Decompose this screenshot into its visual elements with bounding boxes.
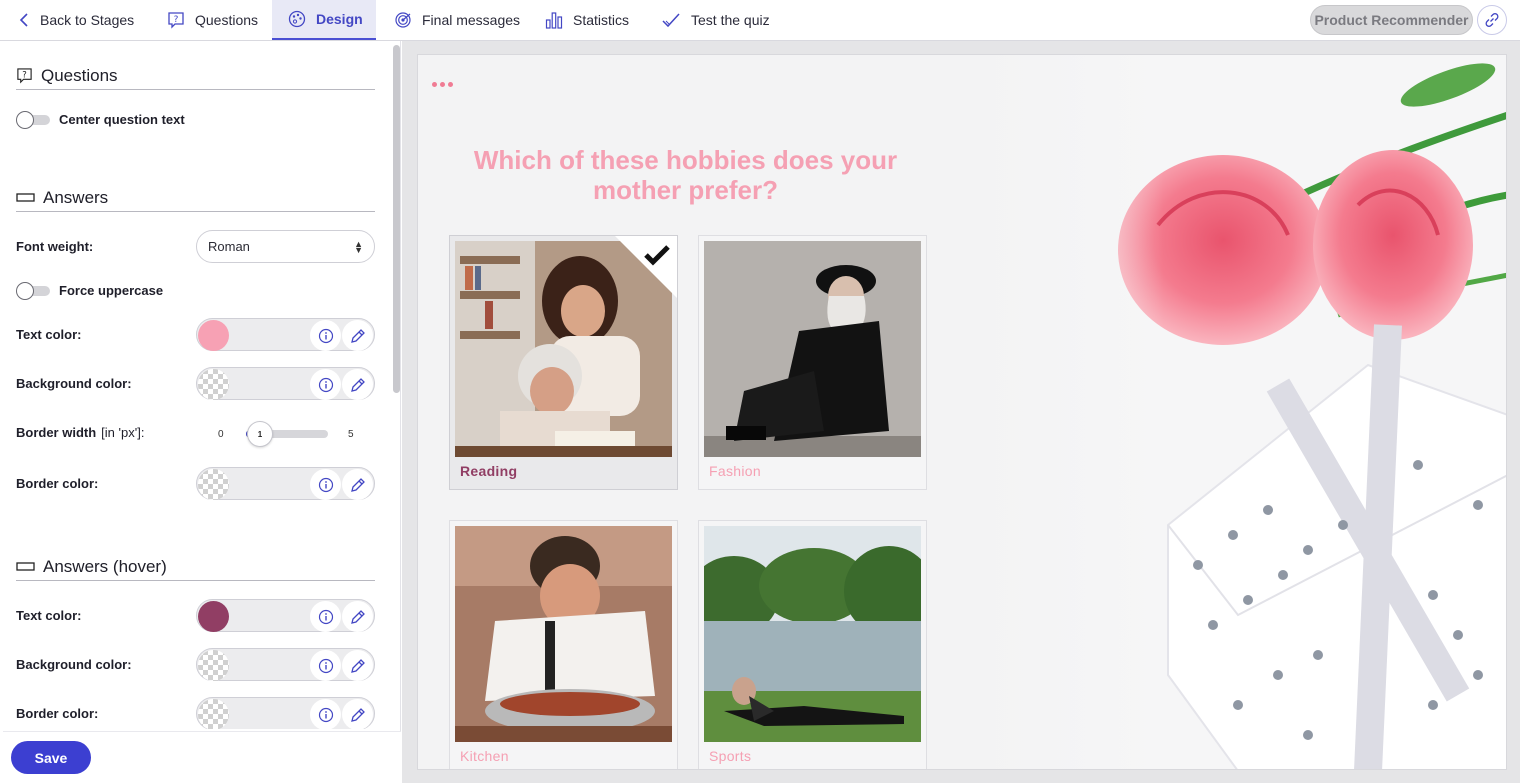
info-icon[interactable] bbox=[310, 699, 341, 729]
tab-final-messages[interactable]: Final messages bbox=[394, 0, 520, 40]
answer-label: Reading bbox=[460, 463, 518, 479]
tab-test-quiz[interactable]: Test the quiz bbox=[661, 0, 770, 40]
tab-statistics-label: Statistics bbox=[573, 12, 630, 28]
background-color-picker[interactable] bbox=[196, 367, 375, 400]
svg-text:?: ? bbox=[174, 15, 179, 25]
bar-chart-icon bbox=[545, 12, 563, 29]
select-caret-icon: ▲ ▼ bbox=[354, 239, 363, 255]
answer-label: Kitchen bbox=[460, 748, 509, 764]
border-color-swatch[interactable] bbox=[198, 469, 229, 500]
design-settings-panel: ? Questions Center question text Answers… bbox=[3, 41, 401, 783]
answer-card-reading[interactable]: Reading bbox=[449, 235, 678, 490]
eyedropper-icon[interactable] bbox=[342, 469, 373, 500]
back-to-stages-link[interactable]: Back to Stages bbox=[18, 0, 134, 40]
save-bar: Save bbox=[3, 731, 401, 783]
tab-questions-label: Questions bbox=[195, 12, 259, 28]
background-color-swatch[interactable] bbox=[198, 369, 229, 400]
border-width-slider-handle[interactable]: 1 bbox=[247, 421, 273, 447]
font-weight-select[interactable]: Roman ▲ ▼ bbox=[196, 230, 375, 263]
answer-box-icon bbox=[16, 561, 35, 571]
hover-background-color-swatch[interactable] bbox=[198, 650, 229, 681]
border-width-max: 5 bbox=[348, 429, 354, 440]
border-width-label: Border width [in 'px']: bbox=[16, 425, 144, 440]
more-options-icon[interactable] bbox=[432, 79, 456, 90]
answer-card-sports[interactable]: Sports bbox=[698, 520, 927, 769]
text-color-picker[interactable] bbox=[196, 318, 375, 351]
kitchen-photo bbox=[455, 526, 672, 742]
palette-icon bbox=[288, 10, 306, 28]
quiz-preview[interactable]: Which of these hobbies does your mother … bbox=[417, 54, 1507, 770]
center-question-text-toggle[interactable] bbox=[16, 111, 50, 129]
border-width-unit: [in 'px']: bbox=[101, 425, 145, 440]
info-icon[interactable] bbox=[310, 601, 341, 632]
questions-section-title: Questions bbox=[41, 65, 118, 85]
center-question-text-label: Center question text bbox=[59, 112, 185, 127]
eyedropper-icon[interactable] bbox=[342, 601, 373, 632]
save-button[interactable]: Save bbox=[11, 741, 91, 774]
sports-photo bbox=[704, 526, 921, 742]
tab-design-label: Design bbox=[316, 11, 363, 27]
panel-scrollbar[interactable] bbox=[393, 45, 400, 393]
answer-card-kitchen[interactable]: Kitchen bbox=[449, 520, 678, 769]
chevron-left-icon bbox=[19, 13, 28, 27]
tab-design[interactable]: Design bbox=[272, 0, 376, 40]
tab-statistics[interactable]: Statistics bbox=[545, 0, 629, 40]
svg-text:?: ? bbox=[22, 70, 27, 80]
answers-hover-section-header: Answers (hover) bbox=[16, 553, 375, 581]
text-color-label: Text color: bbox=[16, 327, 82, 342]
hover-border-color-picker[interactable] bbox=[196, 697, 375, 729]
eyedropper-icon[interactable] bbox=[342, 699, 373, 729]
eyedropper-icon[interactable] bbox=[342, 320, 373, 351]
border-width-label-text: Border width bbox=[16, 425, 97, 440]
force-uppercase-label: Force uppercase bbox=[59, 283, 164, 298]
font-weight-label: Font weight: bbox=[16, 239, 94, 254]
hover-background-color-picker[interactable] bbox=[196, 648, 375, 681]
border-color-label: Border color: bbox=[16, 476, 99, 491]
copy-link-button[interactable] bbox=[1477, 5, 1507, 35]
question-bubble-icon: ? bbox=[168, 12, 184, 29]
answers-section-header: Answers bbox=[16, 184, 375, 212]
quiz-name-badge: Product Recommender bbox=[1310, 5, 1473, 35]
answer-box-icon bbox=[16, 192, 35, 202]
hover-border-color-label: Border color: bbox=[16, 706, 99, 721]
target-icon bbox=[395, 12, 411, 28]
info-icon[interactable] bbox=[310, 469, 341, 500]
tab-test-quiz-label: Test the quiz bbox=[691, 12, 770, 28]
border-color-picker[interactable] bbox=[196, 467, 375, 500]
back-label: Back to Stages bbox=[40, 12, 135, 28]
answers-hover-section-title: Answers (hover) bbox=[43, 556, 167, 576]
quiz-preview-area: Which of these hobbies does your mother … bbox=[402, 41, 1520, 783]
info-icon[interactable] bbox=[310, 320, 341, 351]
fashion-photo bbox=[704, 241, 921, 457]
checkmark-icon bbox=[662, 13, 680, 28]
eyedropper-icon[interactable] bbox=[342, 369, 373, 400]
info-icon[interactable] bbox=[310, 369, 341, 400]
roses-gift-background-image bbox=[978, 55, 1506, 769]
answers-section-title: Answers bbox=[43, 187, 109, 207]
question-bubble-icon: ? bbox=[17, 68, 32, 84]
top-navigation: Back to Stages ? Questions Design Final … bbox=[0, 0, 1520, 41]
border-width-min: 0 bbox=[218, 429, 224, 440]
tab-questions[interactable]: ? Questions bbox=[167, 0, 258, 40]
info-icon[interactable] bbox=[310, 650, 341, 681]
answer-label: Fashion bbox=[709, 463, 761, 479]
hover-text-color-picker[interactable] bbox=[196, 599, 375, 632]
answer-card-fashion[interactable]: Fashion bbox=[698, 235, 927, 490]
hover-background-color-label: Background color: bbox=[16, 657, 132, 672]
text-color-swatch[interactable] bbox=[198, 320, 229, 351]
hover-border-color-swatch[interactable] bbox=[198, 699, 229, 729]
force-uppercase-toggle[interactable] bbox=[16, 282, 50, 300]
checkmark-icon bbox=[644, 245, 670, 266]
settings-scroll-area[interactable]: ? Questions Center question text Answers… bbox=[3, 41, 391, 729]
eyedropper-icon[interactable] bbox=[342, 650, 373, 681]
link-icon bbox=[1485, 13, 1499, 27]
background-color-label: Background color: bbox=[16, 376, 132, 391]
font-weight-value: Roman bbox=[208, 239, 250, 254]
hover-text-color-label: Text color: bbox=[16, 608, 82, 623]
tab-final-messages-label: Final messages bbox=[422, 12, 521, 28]
answer-label: Sports bbox=[709, 748, 752, 764]
question-text: Which of these hobbies does your mother … bbox=[473, 145, 898, 205]
questions-section-header: ? Questions bbox=[16, 62, 375, 90]
hover-text-color-swatch[interactable] bbox=[198, 601, 229, 632]
